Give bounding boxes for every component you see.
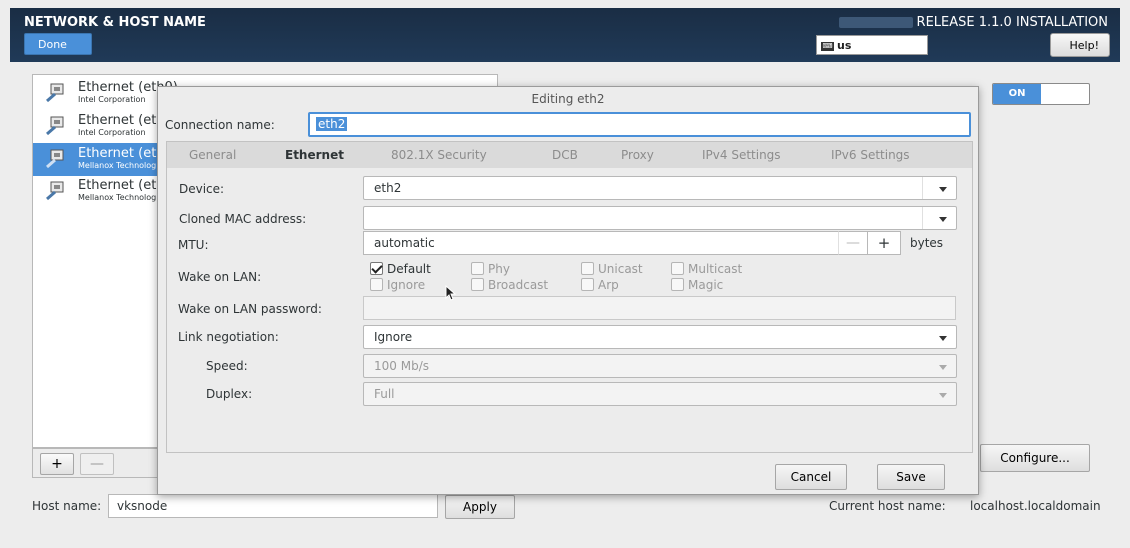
tab-8021x-security[interactable]: 802.1X Security bbox=[391, 148, 487, 162]
device-label: Device: bbox=[179, 182, 225, 196]
connection-name-value: eth2 bbox=[316, 117, 348, 131]
mouse-pointer-icon bbox=[445, 285, 457, 301]
chevron-down-icon bbox=[939, 187, 947, 192]
checkbox-label: Unicast bbox=[598, 262, 643, 276]
duplex-value: Full bbox=[374, 387, 395, 401]
keyboard-layout-value: us bbox=[837, 39, 852, 52]
tab-proxy[interactable]: Proxy bbox=[621, 148, 654, 162]
tab-general[interactable]: General bbox=[189, 148, 236, 162]
cloned-mac-label: Cloned MAC address: bbox=[179, 212, 307, 226]
mtu-unit: bytes bbox=[910, 236, 944, 250]
link-negotiation-combo[interactable]: Ignore bbox=[363, 325, 957, 349]
page-title: NETWORK & HOST NAME bbox=[24, 15, 206, 30]
mtu-label: MTU: bbox=[178, 238, 209, 252]
speed-value: 100 Mb/s bbox=[374, 359, 429, 373]
checkbox-box bbox=[370, 278, 383, 291]
chevron-down-icon bbox=[939, 336, 947, 341]
combo-separator bbox=[922, 207, 923, 229]
wol-unicast-checkbox[interactable]: Unicast bbox=[581, 262, 643, 276]
wake-on-lan-label: Wake on LAN: bbox=[178, 270, 262, 284]
apply-button[interactable]: Apply bbox=[445, 495, 515, 519]
remove-device-button[interactable]: — bbox=[80, 453, 114, 475]
checkbox-box bbox=[370, 262, 383, 275]
duplex-label: Duplex: bbox=[206, 387, 253, 401]
device-toggle-switch[interactable]: ON bbox=[992, 83, 1090, 105]
device-vendor: Mellanox Technologies bbox=[78, 193, 168, 202]
combo-separator bbox=[922, 177, 923, 199]
tab-ipv6-settings[interactable]: IPv6 Settings bbox=[831, 148, 910, 162]
add-device-button[interactable]: + bbox=[40, 453, 74, 475]
wol-broadcast-checkbox[interactable]: Broadcast bbox=[471, 278, 548, 292]
done-button[interactable]: Done bbox=[24, 33, 92, 55]
checkbox-box bbox=[671, 278, 684, 291]
tab-ethernet[interactable]: Ethernet bbox=[285, 148, 344, 162]
product-name-redacted bbox=[838, 17, 913, 28]
wol-magic-checkbox[interactable]: Magic bbox=[671, 278, 723, 292]
device-combo[interactable]: eth2 bbox=[363, 176, 957, 200]
current-hostname-label: Current host name: bbox=[829, 499, 946, 513]
mtu-input[interactable]: automatic bbox=[363, 231, 875, 255]
hostname-label: Host name: bbox=[32, 499, 102, 513]
checkbox-box bbox=[581, 278, 594, 291]
help-button[interactable]: Help! bbox=[1050, 33, 1110, 57]
mtu-value: automatic bbox=[374, 236, 435, 250]
editing-connection-dialog: Editing eth2 Connection name: eth2 Gener… bbox=[157, 86, 979, 495]
ethernet-icon bbox=[46, 116, 64, 136]
toggle-on-label: ON bbox=[993, 84, 1041, 104]
chevron-down-icon bbox=[939, 365, 947, 370]
speed-label: Speed: bbox=[206, 359, 248, 373]
device-combo-value: eth2 bbox=[374, 181, 402, 195]
checkbox-label: Phy bbox=[488, 262, 510, 276]
ethernet-icon bbox=[46, 149, 64, 169]
checkbox-box bbox=[471, 278, 484, 291]
wol-password-label: Wake on LAN password: bbox=[178, 302, 322, 316]
mtu-decrement-button[interactable]: — bbox=[838, 231, 867, 255]
checkbox-box bbox=[671, 262, 684, 275]
duplex-combo[interactable]: Full bbox=[363, 382, 957, 406]
speed-combo[interactable]: 100 Mb/s bbox=[363, 354, 957, 378]
ethernet-icon bbox=[46, 181, 64, 201]
checkbox-label: Multicast bbox=[688, 262, 743, 276]
mtu-increment-button[interactable]: + bbox=[867, 231, 901, 255]
device-vendor: Mellanox Technologies bbox=[78, 161, 168, 170]
chevron-down-icon bbox=[939, 217, 947, 222]
connection-name-label: Connection name: bbox=[165, 118, 275, 132]
hostname-input[interactable] bbox=[108, 494, 438, 518]
keyboard-layout-indicator[interactable]: ⌨ us bbox=[816, 35, 928, 55]
tab-bar: General Ethernet 802.1X Security DCB Pro… bbox=[167, 142, 972, 168]
checkbox-label: Ignore bbox=[387, 278, 426, 292]
device-vendor: Intel Corporation bbox=[78, 95, 146, 104]
cancel-button[interactable]: Cancel bbox=[775, 464, 847, 490]
configure-button[interactable]: Configure... bbox=[980, 444, 1090, 472]
checkbox-box bbox=[581, 262, 594, 275]
checkbox-label: Default bbox=[387, 262, 431, 276]
ethernet-icon bbox=[46, 83, 64, 103]
link-negotiation-value: Ignore bbox=[374, 330, 413, 344]
link-negotiation-label: Link negotiation: bbox=[178, 330, 279, 344]
checkbox-label: Arp bbox=[598, 278, 619, 292]
connection-name-input[interactable]: eth2 bbox=[308, 112, 971, 137]
cloned-mac-combo[interactable] bbox=[363, 206, 957, 230]
wol-arp-checkbox[interactable]: Arp bbox=[581, 278, 619, 292]
release-label: RELEASE 1.1.0 INSTALLATION bbox=[838, 15, 1108, 30]
current-hostname-value: localhost.localdomain bbox=[970, 499, 1101, 513]
dialog-title: Editing eth2 bbox=[531, 92, 605, 106]
wol-phy-checkbox[interactable]: Phy bbox=[471, 262, 510, 276]
keyboard-icon: ⌨ bbox=[821, 41, 834, 51]
tab-ipv4-settings[interactable]: IPv4 Settings bbox=[702, 148, 781, 162]
tab-dcb[interactable]: DCB bbox=[552, 148, 578, 162]
checkbox-box bbox=[471, 262, 484, 275]
wol-ignore-checkbox[interactable]: Ignore bbox=[370, 278, 425, 292]
header-bar: NETWORK & HOST NAME Done RELEASE 1.1.0 I… bbox=[10, 8, 1120, 62]
checkbox-label: Magic bbox=[688, 278, 724, 292]
wol-multicast-checkbox[interactable]: Multicast bbox=[671, 262, 742, 276]
chevron-down-icon bbox=[939, 393, 947, 398]
checkbox-label: Broadcast bbox=[488, 278, 549, 292]
device-vendor: Intel Corporation bbox=[78, 128, 146, 137]
device-list-toolbar: + — bbox=[32, 448, 160, 478]
release-text: RELEASE 1.1.0 INSTALLATION bbox=[916, 15, 1108, 30]
save-button[interactable]: Save bbox=[877, 464, 945, 490]
wol-default-checkbox[interactable]: Default bbox=[370, 262, 431, 276]
